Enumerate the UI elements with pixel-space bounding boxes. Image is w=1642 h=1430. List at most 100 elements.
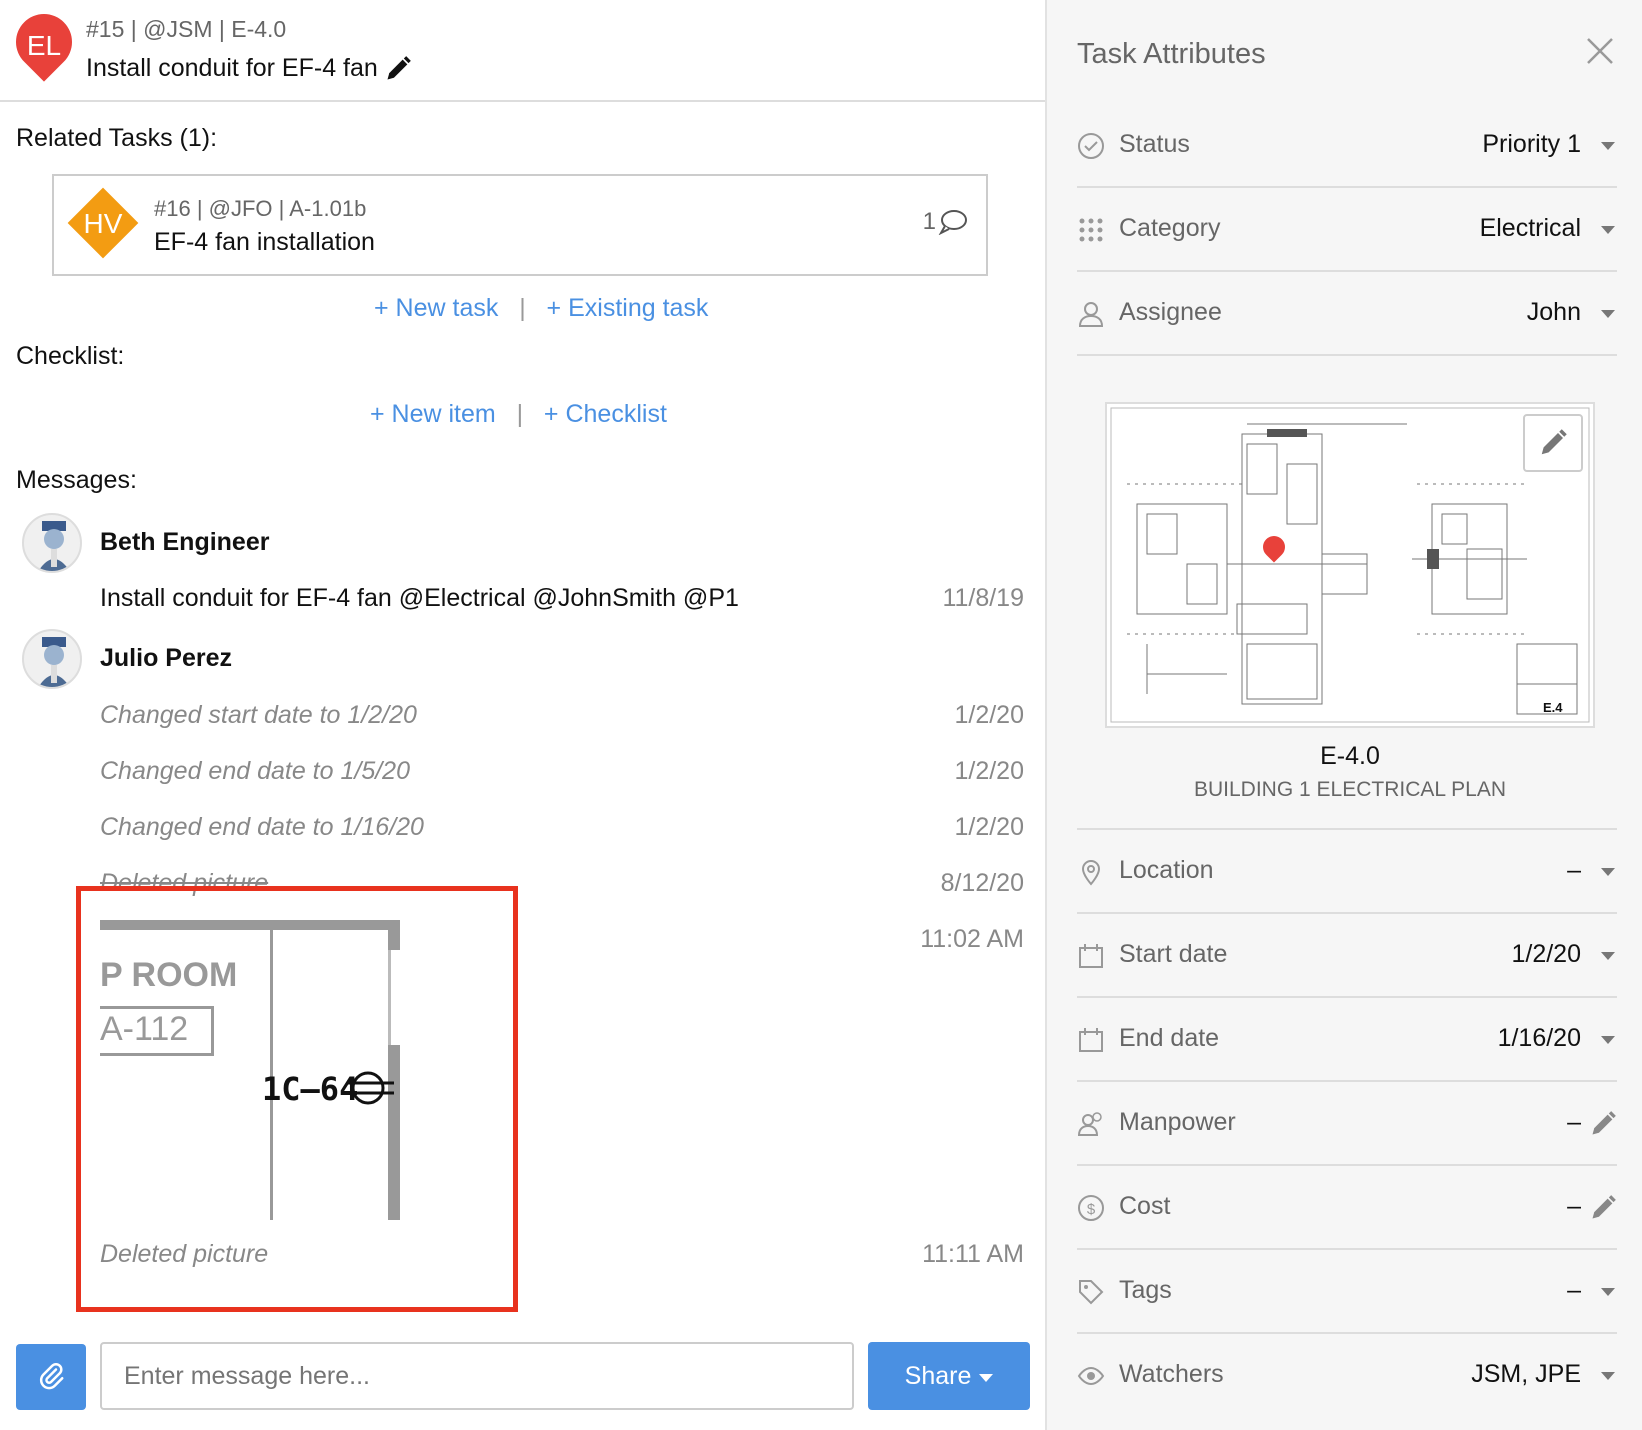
chevron-down-icon[interactable] xyxy=(1601,952,1615,960)
pencil-icon xyxy=(1541,429,1567,455)
task-meta: #15 | @JSM | E-4.0 xyxy=(86,16,287,42)
end-date-label: End date xyxy=(1119,1024,1220,1052)
history-date: 11:02 AM xyxy=(920,925,1024,953)
edit-pencil-icon[interactable] xyxy=(384,55,412,83)
task-main-panel: EL #15 | @JSM | E-4.0 Install conduit fo… xyxy=(0,0,1045,1430)
attach-button[interactable] xyxy=(16,1344,86,1410)
share-button[interactable]: Share xyxy=(868,1342,1030,1410)
chevron-down-icon[interactable] xyxy=(1601,868,1615,876)
add-checklist-link[interactable]: + Checklist xyxy=(544,400,667,428)
chevron-down-icon[interactable] xyxy=(1601,142,1615,150)
avatar xyxy=(22,629,82,689)
eye-icon xyxy=(1077,1366,1105,1386)
status-label: Status xyxy=(1119,130,1190,158)
new-item-link[interactable]: + New item xyxy=(370,400,496,428)
paperclip-icon xyxy=(39,1362,64,1390)
history-date: 1/2/20 xyxy=(954,757,1024,785)
chevron-down-icon[interactable] xyxy=(1601,310,1615,318)
pencil-icon[interactable] xyxy=(1589,1194,1617,1222)
watchers-value: JSM, JPE xyxy=(1471,1360,1581,1388)
messages-heading: Messages: xyxy=(16,466,137,494)
manpower-label: Manpower xyxy=(1119,1108,1236,1136)
user-avatar-icon xyxy=(38,521,70,571)
new-task-link[interactable]: + New task xyxy=(374,294,498,322)
task-title[interactable]: Install conduit for EF-4 fan xyxy=(86,54,412,83)
message-author: Beth Engineer xyxy=(100,528,270,556)
task-title-text: Install conduit for EF-4 fan xyxy=(86,54,378,82)
user-avatar-icon xyxy=(38,637,70,687)
related-task-card[interactable]: HV #16 | @JFO | A-1.01b EF-4 fan install… xyxy=(52,174,988,276)
svg-text:$: $ xyxy=(1087,1201,1096,1218)
assignee-label: Assignee xyxy=(1119,298,1222,326)
history-date: 1/2/20 xyxy=(954,813,1024,841)
status-row[interactable]: Status Priority 1 xyxy=(1077,104,1617,188)
checklist-heading: Checklist: xyxy=(16,342,125,370)
location-row[interactable]: Location – xyxy=(1077,830,1617,914)
watchers-label: Watchers xyxy=(1119,1360,1224,1388)
start-date-label: Start date xyxy=(1119,940,1228,968)
panel-title: Task Attributes xyxy=(1077,38,1266,70)
share-button-label: Share xyxy=(904,1361,972,1390)
tag-icon xyxy=(1079,1280,1104,1305)
grid-dots-icon xyxy=(1079,218,1103,242)
link-separator: | xyxy=(505,294,540,322)
calendar-icon xyxy=(1079,944,1103,968)
chevron-down-icon[interactable] xyxy=(1601,1372,1615,1380)
header-divider xyxy=(0,100,1045,102)
edit-markup-button[interactable] xyxy=(1523,414,1583,472)
existing-task-link[interactable]: + Existing task xyxy=(547,294,709,322)
history-entry: Changed start date to 1/2/20 xyxy=(100,701,417,729)
link-separator: | xyxy=(502,400,537,428)
start-date-row[interactable]: Start date 1/2/20 xyxy=(1077,914,1617,998)
tags-row[interactable]: Tags – xyxy=(1077,1250,1617,1334)
history-date: 11:11 AM xyxy=(922,1240,1024,1268)
cost-label: Cost xyxy=(1119,1192,1171,1220)
task-detail-app: EL #15 | @JSM | E-4.0 Install conduit fo… xyxy=(0,0,1642,1430)
category-label: Category xyxy=(1119,214,1221,242)
end-date-value: 1/16/20 xyxy=(1497,1024,1581,1052)
close-icon[interactable] xyxy=(1585,36,1615,66)
tags-value: – xyxy=(1567,1276,1581,1304)
chevron-down-icon[interactable] xyxy=(1601,1288,1615,1296)
cost-row[interactable]: $ Cost – xyxy=(1077,1166,1617,1250)
sheet-number: E-4.0 xyxy=(1320,742,1380,770)
message-date: 11/8/19 xyxy=(942,584,1024,612)
end-date-row[interactable]: End date 1/16/20 xyxy=(1077,998,1617,1082)
message-author: Julio Perez xyxy=(100,644,232,672)
manpower-row[interactable]: Manpower – xyxy=(1077,1082,1617,1166)
user-icon xyxy=(1078,302,1104,327)
check-circle-icon xyxy=(1078,133,1104,159)
message-input[interactable] xyxy=(100,1342,854,1410)
sheet-name: BUILDING 1 ELECTRICAL PLAN xyxy=(1194,778,1506,801)
chevron-down-icon[interactable] xyxy=(1601,1036,1615,1044)
avatar xyxy=(22,513,82,573)
tags-label: Tags xyxy=(1119,1276,1172,1304)
caret-down-icon xyxy=(979,1373,994,1382)
assignee-row[interactable]: Assignee John xyxy=(1077,272,1617,356)
history-date: 8/12/20 xyxy=(940,869,1024,897)
calendar-icon xyxy=(1079,1028,1103,1052)
sheet-stamp: E.4 xyxy=(1543,700,1563,715)
related-task-meta: #16 | @JFO | A-1.01b xyxy=(154,196,367,221)
dollar-circle-icon: $ xyxy=(1078,1195,1104,1221)
category-value: Electrical xyxy=(1479,214,1581,242)
history-date: 1/2/20 xyxy=(954,701,1024,729)
related-tasks-heading: Related Tasks (1): xyxy=(16,124,218,152)
start-date-value: 1/2/20 xyxy=(1511,940,1581,968)
sheet-thumbnail[interactable]: E.4 xyxy=(1105,402,1595,728)
comment-count: 1 xyxy=(923,208,968,236)
floor-plan-drawing xyxy=(1110,407,1590,723)
pencil-icon[interactable] xyxy=(1589,1110,1617,1138)
cost-value: – xyxy=(1567,1192,1581,1220)
checklist-actions: + New item | + Checklist xyxy=(370,400,667,429)
category-row[interactable]: Category Electrical xyxy=(1077,188,1617,272)
chevron-down-icon[interactable] xyxy=(1601,226,1615,234)
related-task-actions: + New task | + Existing task xyxy=(374,294,708,323)
map-pin-icon xyxy=(1081,860,1101,886)
watchers-row[interactable]: Watchers JSM, JPE xyxy=(1077,1334,1617,1418)
comment-count-value: 1 xyxy=(922,208,936,235)
users-icon xyxy=(1077,1112,1102,1136)
related-task-initials: HV xyxy=(83,208,123,239)
highlight-rectangle xyxy=(76,886,518,1312)
message-text: Install conduit for EF-4 fan @Electrical… xyxy=(100,584,739,612)
